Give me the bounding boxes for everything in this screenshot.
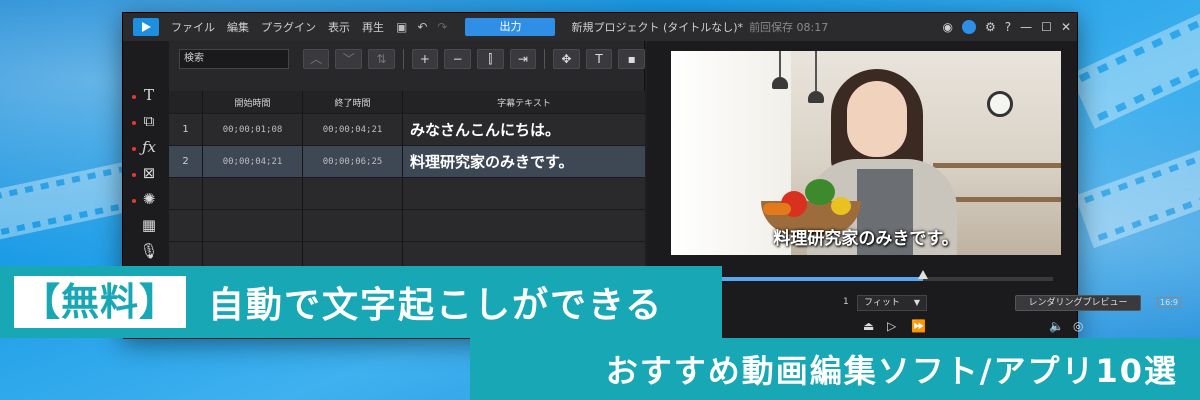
row-index: 1	[169, 114, 203, 145]
toolbar-separator	[402, 49, 404, 69]
maximize-icon[interactable]: ☐	[1041, 20, 1052, 34]
voice-tool-icon[interactable]: 🎙	[139, 241, 159, 261]
step-frame-icon[interactable]: ⏏	[863, 319, 874, 333]
free-badge: 【無料】	[14, 276, 186, 328]
menu-view[interactable]: 表示	[328, 19, 350, 35]
pendant-lamp	[779, 51, 781, 77]
title-bar: ファイル 編集 プラグイン 表示 再生 ▣ ↶ ↷ 出力 新規プロジェクト (タ…	[123, 13, 1077, 41]
menu-edit[interactable]: 編集	[227, 19, 249, 35]
undo-icon[interactable]: ↶	[417, 20, 427, 34]
save-icon[interactable]: ▣	[396, 20, 407, 34]
tool-indicator-dot	[132, 121, 136, 125]
aspect-ratio-selector[interactable]: 16:9	[1157, 297, 1181, 308]
split-subtitle-icon[interactable]: ⫿	[476, 49, 504, 69]
yellow-pepper	[831, 197, 851, 215]
tool-indicator-dot	[132, 199, 136, 203]
row-end-time[interactable]: 00;00;04;21	[303, 114, 403, 145]
tool-indicator-dot	[132, 95, 136, 99]
broccoli	[805, 179, 835, 205]
tool-indicator-dot	[132, 173, 136, 177]
render-preview-label: レンダリングプレビュー	[1015, 295, 1141, 311]
wall-clock	[987, 91, 1013, 117]
chevron-down-icon: ▼	[913, 298, 920, 307]
subtitle-toolbar: 検索 ︿ ﹀ ⇅ + − ⫿ ⇥ ✥ T ▪	[169, 41, 645, 77]
replace-icon[interactable]: ⇅	[368, 49, 395, 69]
toolbar-separator	[544, 49, 546, 69]
subtitle-table: 開始時間 終了時間 字幕テキスト 1 00;00;01;08 00;00;04;…	[169, 91, 645, 273]
scrub-bar[interactable]	[671, 270, 1053, 281]
next-frame-icon[interactable]: ▷	[887, 319, 896, 333]
row-end-time[interactable]: 00;00;06;25	[303, 146, 403, 177]
user-icon[interactable]: ◉	[943, 20, 953, 34]
volume-icon[interactable]: 🔈	[1049, 319, 1064, 333]
column-start-header: 開始時間	[203, 91, 303, 113]
row-subtitle-text[interactable]: 料理研究家のみきです。	[403, 146, 645, 177]
project-title: 新規プロジェクト (タイトルなし)*	[571, 21, 744, 34]
column-end-header: 終了時間	[303, 91, 403, 113]
minimize-icon[interactable]: —	[1020, 20, 1032, 34]
move-up-icon[interactable]: ︿	[302, 49, 330, 69]
subline-banner: おすすめ動画編集ソフト/アプリ10選	[470, 338, 1200, 400]
kitchen-shelf	[933, 163, 1061, 168]
move-down-icon[interactable]: ﹀	[335, 49, 363, 69]
table-row	[169, 209, 645, 241]
help-icon[interactable]: ?	[1005, 20, 1011, 34]
carrot	[763, 203, 791, 215]
pendant-lamp-shade	[808, 91, 824, 103]
redo-icon[interactable]: ↷	[437, 20, 447, 34]
text-format-icon[interactable]: T	[585, 49, 613, 69]
row-start-time[interactable]: 00;00;04;21	[203, 146, 303, 177]
title-tool-icon[interactable]: T	[139, 85, 159, 105]
menu-file[interactable]: ファイル	[171, 19, 215, 35]
snapshot-icon[interactable]: ◎	[1073, 319, 1083, 333]
column-index-header	[169, 91, 203, 113]
table-row[interactable]: 2 00;00;04;21 00;00;06;25 料理研究家のみきです。	[169, 145, 645, 177]
video-caption: 料理研究家のみきです。	[773, 229, 959, 249]
menu-playback[interactable]: 再生	[362, 19, 384, 35]
subline-text: おすすめ動画編集ソフト/アプリ10選	[605, 352, 1178, 390]
add-subtitle-icon[interactable]: +	[411, 49, 439, 69]
menu-plugin[interactable]: プラグイン	[261, 19, 316, 35]
settings-icon[interactable]: ⚙	[985, 20, 996, 34]
transition-tool-icon[interactable]: ⧉	[139, 111, 159, 131]
pendant-lamp	[815, 51, 817, 91]
fit-dropdown-label: フィット	[864, 298, 900, 308]
particle-tool-icon[interactable]: ✺	[139, 189, 159, 209]
pendant-lamp-shade	[772, 77, 788, 89]
notification-icon[interactable]	[962, 20, 977, 34]
column-text-header: 字幕テキスト	[497, 98, 551, 109]
merge-subtitle-icon[interactable]: ⇥	[509, 49, 537, 69]
fast-forward-icon[interactable]: ⏩	[911, 319, 926, 333]
search-input[interactable]: 検索	[179, 49, 289, 69]
pip-tool-icon[interactable]: ⊠	[139, 163, 159, 183]
chapter-tool-icon[interactable]: ▦	[139, 215, 159, 235]
close-icon[interactable]: ✕	[1061, 20, 1071, 34]
row-subtitle-text[interactable]: みなさんこんにちは。	[403, 114, 645, 145]
table-row[interactable]: 1 00;00;01;08 00;00;04;21 みなさんこんにちは。	[169, 113, 645, 145]
person-face	[847, 81, 907, 157]
fit-dropdown[interactable]: フィット ▼	[857, 295, 927, 311]
table-header: 開始時間 終了時間 字幕テキスト	[169, 91, 645, 113]
window-controls: ◉ ⚙ ? — ☐ ✕	[943, 13, 1071, 41]
headline-text: 自動で文字起こしができる	[208, 285, 664, 326]
video-preview[interactable]: 料理研究家のみきです。	[671, 51, 1061, 255]
fx-tool-icon[interactable]: ƒx	[139, 137, 159, 157]
row-index: 2	[169, 146, 203, 177]
row-start-time[interactable]: 00;00;01;08	[203, 114, 303, 145]
app-logo-icon	[133, 18, 159, 36]
output-button[interactable]: 出力	[465, 18, 556, 36]
position-icon[interactable]: ✥	[553, 49, 580, 69]
last-saved-info: 前回保存 08:17	[749, 21, 829, 34]
remove-subtitle-icon[interactable]: −	[444, 49, 471, 69]
table-row	[169, 177, 645, 209]
more-icon[interactable]: ▪	[618, 49, 645, 69]
zoom-fragment: 1	[843, 297, 849, 307]
tool-indicator-dot	[132, 147, 136, 151]
headline-banner: 【無料】 自動で文字起こしができる	[0, 266, 722, 338]
render-preview-button[interactable]: レンダリングプレビュー	[1015, 295, 1141, 311]
playhead-handle[interactable]	[918, 270, 929, 279]
